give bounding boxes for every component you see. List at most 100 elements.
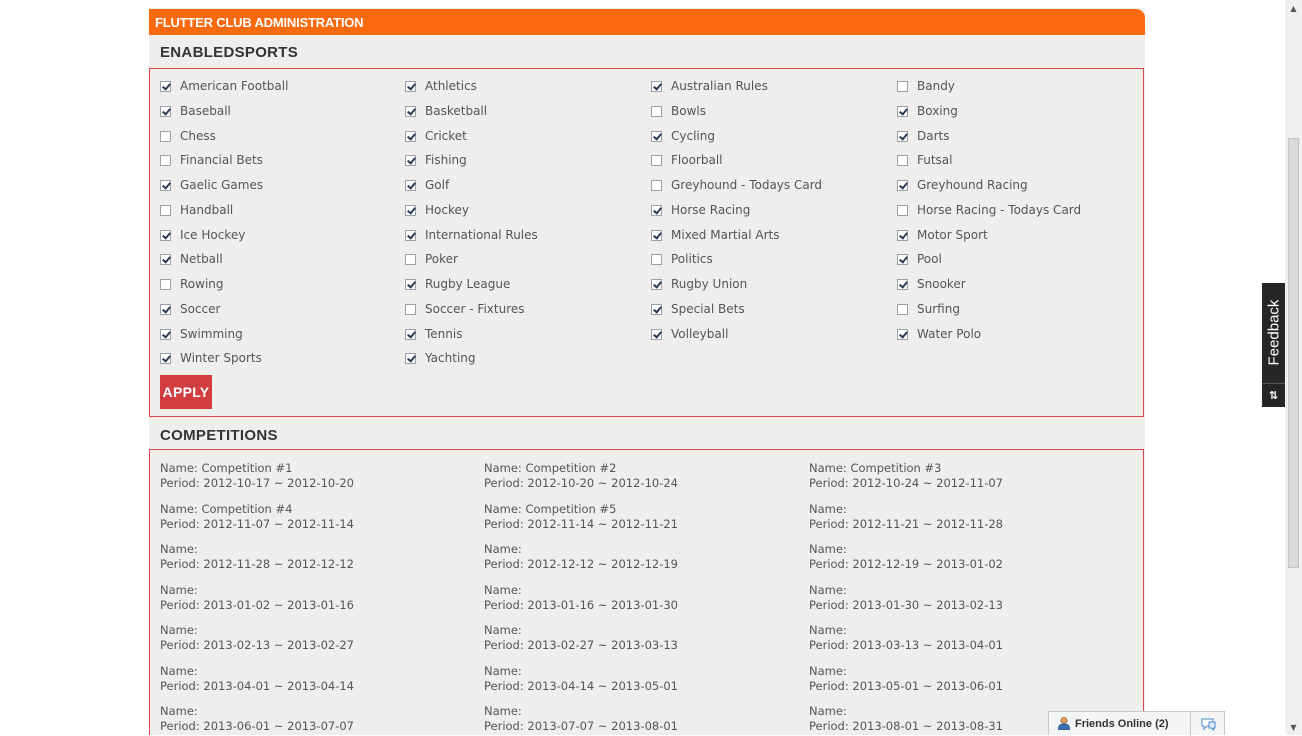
sport-checkbox[interactable] <box>897 105 908 117</box>
sport-checkbox[interactable] <box>651 105 662 117</box>
sport-checkbox[interactable] <box>160 328 171 340</box>
sport-checkbox-row[interactable]: Basketball <box>405 103 487 119</box>
sport-checkbox[interactable] <box>160 253 171 265</box>
sport-checkbox[interactable] <box>897 303 908 315</box>
sport-checkbox[interactable] <box>897 179 908 191</box>
sport-checkbox-row[interactable]: Volleyball <box>651 326 728 342</box>
scroll-down-arrow-icon[interactable]: ▼ <box>1285 719 1302 735</box>
sport-checkbox-row[interactable]: Netball <box>160 251 223 267</box>
sport-checkbox[interactable] <box>160 352 171 364</box>
sport-checkbox-row[interactable]: Boxing <box>897 103 958 119</box>
sport-checkbox[interactable] <box>651 80 662 92</box>
sport-checkbox[interactable] <box>160 179 171 191</box>
sport-checkbox-row[interactable]: Special Bets <box>651 301 745 317</box>
sport-checkbox-row[interactable]: Horse Racing - Todays Card <box>897 202 1081 218</box>
friends-online-bar[interactable]: Friends Online (2) <box>1048 711 1226 736</box>
sport-checkbox-row[interactable]: Financial Bets <box>160 152 263 168</box>
sport-checkbox-row[interactable]: Politics <box>651 251 713 267</box>
sport-checkbox-row[interactable]: Athletics <box>405 78 477 94</box>
sport-checkbox[interactable] <box>897 229 908 241</box>
sport-checkbox[interactable] <box>160 80 171 92</box>
sport-checkbox-row[interactable]: Baseball <box>160 103 231 119</box>
sport-checkbox-row[interactable]: Swimming <box>160 326 243 342</box>
sport-checkbox-row[interactable]: Rugby Union <box>651 276 747 292</box>
sport-checkbox-row[interactable]: Soccer <box>160 301 220 317</box>
sport-checkbox-row[interactable]: Rowing <box>160 276 224 292</box>
sport-checkbox-row[interactable]: Winter Sports <box>160 350 262 366</box>
sport-checkbox[interactable] <box>897 253 908 265</box>
sport-checkbox-row[interactable]: Hockey <box>405 202 469 218</box>
sport-checkbox[interactable] <box>651 204 662 216</box>
sport-checkbox-row[interactable]: Poker <box>405 251 458 267</box>
sport-checkbox[interactable] <box>405 229 416 241</box>
sport-checkbox[interactable] <box>651 253 662 265</box>
sport-checkbox[interactable] <box>405 352 416 364</box>
sport-checkbox[interactable] <box>897 204 908 216</box>
sport-checkbox-row[interactable]: Cricket <box>405 128 467 144</box>
scroll-thumb[interactable] <box>1288 138 1299 568</box>
sport-checkbox[interactable] <box>651 303 662 315</box>
sport-checkbox-row[interactable]: Yachting <box>405 350 476 366</box>
sport-checkbox[interactable] <box>405 179 416 191</box>
sport-checkbox-row[interactable]: International Rules <box>405 227 538 243</box>
sport-checkbox-row[interactable]: Chess <box>160 128 216 144</box>
sport-checkbox-row[interactable]: Pool <box>897 251 942 267</box>
sport-checkbox-row[interactable]: Motor Sport <box>897 227 988 243</box>
sport-checkbox[interactable] <box>405 105 416 117</box>
sport-checkbox-row[interactable]: Snooker <box>897 276 966 292</box>
sport-checkbox[interactable] <box>160 303 171 315</box>
sport-checkbox[interactable] <box>897 80 908 92</box>
sport-checkbox-row[interactable]: Ice Hockey <box>160 227 245 243</box>
sport-checkbox-row[interactable]: Soccer - Fixtures <box>405 301 525 317</box>
sport-checkbox[interactable] <box>651 130 662 142</box>
sport-checkbox[interactable] <box>897 278 908 290</box>
sport-checkbox[interactable] <box>405 204 416 216</box>
sport-checkbox-row[interactable]: Bandy <box>897 78 955 94</box>
sport-checkbox-row[interactable]: Bowls <box>651 103 706 119</box>
sport-checkbox[interactable] <box>651 179 662 191</box>
feedback-tab[interactable]: Feedback ⇅ <box>1262 283 1285 407</box>
sport-checkbox-row[interactable]: Australian Rules <box>651 78 768 94</box>
sport-checkbox-row[interactable]: Darts <box>897 128 949 144</box>
sport-checkbox-row[interactable]: Gaelic Games <box>160 177 263 193</box>
sport-checkbox-row[interactable]: American Football <box>160 78 288 94</box>
sport-checkbox[interactable] <box>897 328 908 340</box>
sport-checkbox[interactable] <box>897 154 908 166</box>
sport-checkbox[interactable] <box>405 253 416 265</box>
scroll-up-arrow-icon[interactable]: ▲ <box>1285 0 1302 16</box>
sport-checkbox[interactable] <box>160 154 171 166</box>
sport-checkbox-row[interactable]: Water Polo <box>897 326 981 342</box>
sport-checkbox[interactable] <box>160 204 171 216</box>
sport-checkbox-row[interactable]: Greyhound - Todays Card <box>651 177 822 193</box>
sport-checkbox[interactable] <box>405 80 416 92</box>
sport-checkbox[interactable] <box>405 303 416 315</box>
sport-checkbox-row[interactable]: Floorball <box>651 152 723 168</box>
sport-checkbox-row[interactable]: Futsal <box>897 152 953 168</box>
sport-checkbox[interactable] <box>651 278 662 290</box>
sport-checkbox-row[interactable]: Surfing <box>897 301 960 317</box>
vertical-scrollbar[interactable]: ▲ ▼ <box>1285 0 1302 735</box>
sport-checkbox[interactable] <box>405 328 416 340</box>
sport-checkbox[interactable] <box>651 328 662 340</box>
chat-bubble-icon[interactable] <box>1190 712 1226 736</box>
sport-checkbox[interactable] <box>160 229 171 241</box>
sport-checkbox[interactable] <box>897 130 908 142</box>
sport-checkbox-row[interactable]: Greyhound Racing <box>897 177 1028 193</box>
sport-checkbox[interactable] <box>651 154 662 166</box>
sport-checkbox[interactable] <box>160 105 171 117</box>
sport-checkbox-row[interactable]: Golf <box>405 177 449 193</box>
sport-checkbox[interactable] <box>651 229 662 241</box>
sport-checkbox[interactable] <box>405 154 416 166</box>
sport-checkbox-row[interactable]: Fishing <box>405 152 467 168</box>
sport-checkbox[interactable] <box>160 130 171 142</box>
sport-checkbox-row[interactable]: Tennis <box>405 326 462 342</box>
sport-checkbox-row[interactable]: Cycling <box>651 128 715 144</box>
sport-checkbox-row[interactable]: Rugby League <box>405 276 510 292</box>
apply-button[interactable]: APPLY <box>160 375 212 409</box>
sport-checkbox[interactable] <box>160 278 171 290</box>
sport-checkbox-row[interactable]: Handball <box>160 202 233 218</box>
sport-checkbox-row[interactable]: Mixed Martial Arts <box>651 227 780 243</box>
sport-checkbox[interactable] <box>405 130 416 142</box>
sport-checkbox[interactable] <box>405 278 416 290</box>
sport-checkbox-row[interactable]: Horse Racing <box>651 202 750 218</box>
